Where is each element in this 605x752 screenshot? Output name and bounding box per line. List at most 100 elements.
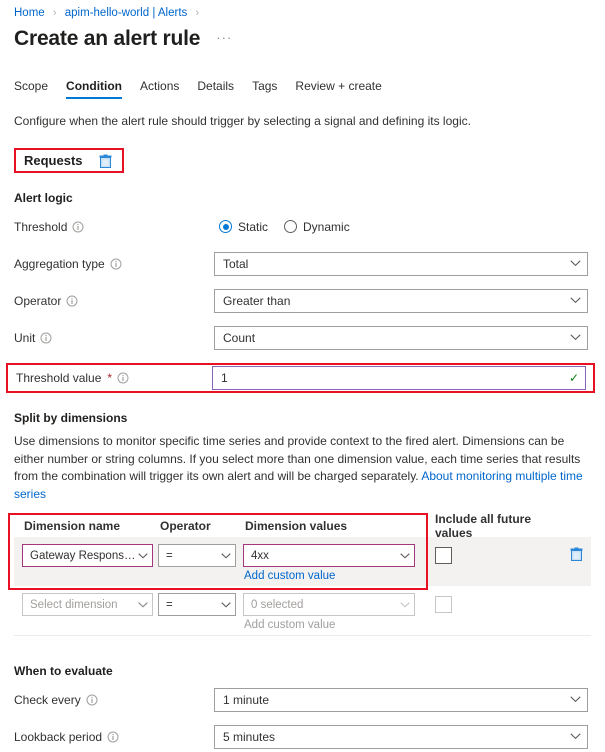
radio-static[interactable]: Static (219, 220, 268, 234)
dimension-name-dropdown[interactable]: Gateway Response C... (22, 544, 153, 567)
intro-text: Configure when the alert rule should tri… (14, 114, 471, 128)
include-future-checkbox-empty (435, 596, 452, 613)
add-custom-value-link-empty: Add custom value (244, 619, 336, 631)
threshold-row: Threshold Static Dynamic (14, 211, 591, 242)
required-marker: * (107, 371, 113, 385)
cell-include-future (419, 593, 559, 613)
cell-operator: = (154, 593, 239, 616)
dimension-name-placeholder: Select dimension (30, 598, 118, 611)
lookback-period-row: Lookback period 5 minutes (14, 721, 591, 752)
tab-actions[interactable]: Actions (131, 79, 188, 99)
threshold-value-annotation: Threshold value * 1 ✓ (6, 363, 595, 393)
dimension-operator-value-empty: = (166, 598, 173, 611)
lookback-period-label-group: Lookback period (14, 730, 214, 744)
info-icon[interactable] (66, 295, 78, 307)
info-icon[interactable] (117, 372, 129, 384)
breadcrumb-item-alerts[interactable]: apim-hello-world | Alerts (65, 7, 188, 19)
signal-name: Requests (24, 153, 83, 168)
table-row: Select dimension = 0 selected Add custom… (14, 586, 591, 636)
dimension-operator-dropdown[interactable]: = (158, 544, 236, 567)
unit-label-group: Unit (14, 331, 214, 345)
breadcrumb-item-home[interactable]: Home (14, 7, 45, 19)
threshold-value-label-group: Threshold value * (16, 371, 212, 385)
cell-delete (559, 544, 591, 564)
lookback-period-label: Lookback period (14, 729, 103, 744)
operator-row: Operator Greater than (14, 285, 591, 316)
aggregation-type-dropdown[interactable]: Total (214, 251, 588, 276)
info-icon[interactable] (72, 221, 84, 233)
valid-check-icon: ✓ (568, 371, 579, 385)
operator-value: Greater than (223, 293, 291, 308)
operator-label: Operator (14, 293, 62, 308)
dimension-values-dropdown[interactable]: 4xx (243, 544, 415, 567)
table-row: Gateway Response C... = 4xx (14, 537, 591, 586)
breadcrumb: Home › apim-hello-world | Alerts › (0, 0, 605, 21)
chevron-down-icon (138, 552, 148, 559)
tab-review-create[interactable]: Review + create (286, 79, 390, 99)
add-custom-value-link[interactable]: Add custom value (244, 570, 419, 582)
info-icon[interactable] (86, 694, 98, 706)
dimension-name-value: Gateway Response C... (30, 549, 138, 562)
threshold-radio-group: Static Dynamic (214, 220, 350, 234)
chevron-down-icon (570, 260, 581, 267)
tab-bar: Scope Condition Actions Details Tags Rev… (0, 73, 605, 99)
cell-dimension-values: 0 selected Add custom value (239, 593, 419, 631)
lookback-period-dropdown[interactable]: 5 minutes (214, 724, 588, 749)
more-options-button[interactable]: ··· (216, 30, 232, 49)
radio-dynamic-label: Dynamic (303, 219, 350, 234)
dimension-operator-value: = (166, 549, 173, 562)
cell-operator: = (154, 544, 239, 567)
chevron-down-icon (570, 297, 581, 304)
radio-dynamic-circle (284, 220, 298, 233)
cell-dimension-values: 4xx Add custom value (239, 544, 419, 582)
unit-value: Count (223, 330, 256, 345)
radio-static-circle (219, 220, 232, 233)
chevron-down-icon (400, 552, 410, 559)
info-icon[interactable] (40, 332, 52, 344)
threshold-value-label: Threshold value (16, 371, 102, 385)
chevron-down-icon (570, 696, 581, 703)
when-to-evaluate-heading: When to evaluate (14, 664, 113, 678)
aggregation-type-label-group: Aggregation type (14, 257, 214, 271)
column-header-dimension-values: Dimension values (245, 519, 348, 533)
operator-dropdown[interactable]: Greater than (214, 288, 588, 313)
info-icon[interactable] (110, 258, 122, 270)
trash-icon[interactable] (99, 154, 112, 168)
tab-tags[interactable]: Tags (243, 79, 286, 99)
dimension-values-value: 4xx (251, 549, 269, 562)
split-dimensions-heading: Split by dimensions (14, 411, 128, 425)
page-header: Create an alert rule ··· (0, 21, 605, 51)
operator-label-group: Operator (14, 294, 214, 308)
chevron-down-icon (221, 601, 231, 608)
cell-include-future (419, 544, 559, 564)
unit-row: Unit Count (14, 322, 591, 353)
split-dimensions-description: Use dimensions to monitor specific time … (14, 433, 591, 503)
lookback-period-value: 5 minutes (223, 729, 276, 744)
column-header-operator: Operator (160, 519, 211, 533)
trash-icon[interactable] (570, 547, 583, 561)
tab-scope[interactable]: Scope (14, 79, 57, 99)
tab-details[interactable]: Details (188, 79, 243, 99)
cell-dimension-name: Select dimension (14, 593, 154, 616)
unit-dropdown[interactable]: Count (214, 325, 588, 350)
chevron-down-icon (400, 601, 410, 608)
tab-condition[interactable]: Condition (57, 79, 131, 99)
dimension-name-dropdown-empty[interactable]: Select dimension (22, 593, 153, 616)
dimensions-table: Dimension name Operator Dimension values… (8, 512, 591, 636)
threshold-label-group: Threshold (14, 220, 214, 234)
threshold-value-input[interactable]: 1 ✓ (212, 366, 586, 390)
unit-label: Unit (14, 330, 36, 345)
threshold-label: Threshold (14, 219, 68, 234)
radio-dynamic[interactable]: Dynamic (284, 220, 350, 234)
dimension-operator-dropdown-empty[interactable]: = (158, 593, 236, 616)
page-title: Create an alert rule (14, 27, 201, 50)
check-every-dropdown[interactable]: 1 minute (214, 687, 588, 712)
radio-static-label: Static (238, 219, 269, 234)
breadcrumb-separator-last: › (195, 7, 200, 19)
include-future-checkbox[interactable] (435, 547, 452, 564)
chevron-down-icon (221, 552, 231, 559)
chevron-down-icon (138, 601, 148, 608)
info-icon[interactable] (107, 731, 119, 743)
chevron-down-icon (570, 733, 581, 740)
chevron-down-icon (570, 334, 581, 341)
